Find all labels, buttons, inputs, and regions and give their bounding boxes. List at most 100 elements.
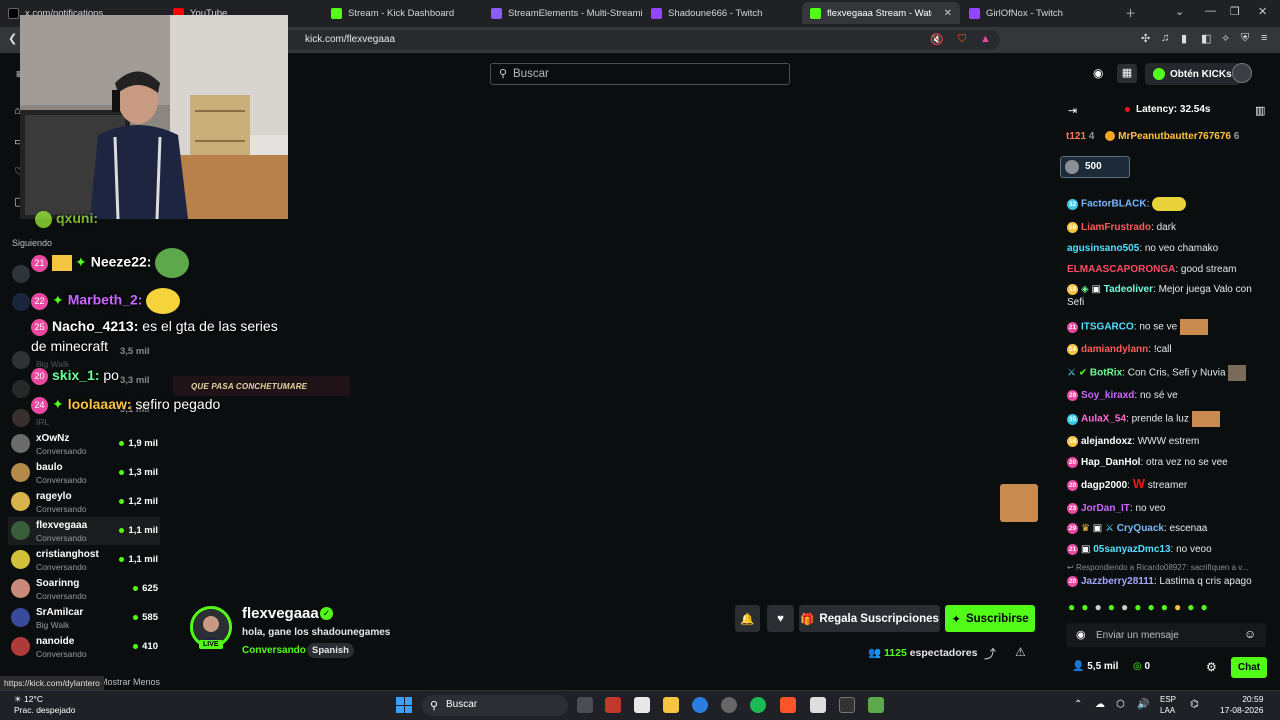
- spotify-icon[interactable]: [750, 697, 766, 713]
- gift-goal-badge[interactable]: 500: [1060, 156, 1130, 178]
- sidebar-item-baulo[interactable]: baulo Conversando 1,3 mil: [8, 459, 160, 487]
- sidebar-item-xownz[interactable]: xOwNz Conversando 1,9 mil: [8, 430, 160, 458]
- emote-icon[interactable]: ●: [1174, 600, 1181, 616]
- share-icon[interactable]: ⤴: [984, 645, 996, 662]
- chat-message[interactable]: 20 dagp2000: W streamer: [1067, 477, 1267, 492]
- stream-language-tag[interactable]: Spanish: [307, 643, 354, 658]
- brave-rewards-icon[interactable]: ▲: [980, 33, 991, 45]
- chat-message[interactable]: 21 ▣ 05sanyazDmc13: no veoo: [1067, 543, 1267, 556]
- chat-message[interactable]: 16 alejandoxz: WWW estrem: [1067, 435, 1267, 448]
- chat-message[interactable]: 14 damiandylann: !call: [1067, 343, 1267, 356]
- chat-message[interactable]: 29 ♛ ▣ ⚔ CryQuack: escenaa: [1067, 522, 1267, 535]
- obs-icon[interactable]: [839, 697, 855, 713]
- chat-message[interactable]: 21 ITSGARCO: no se ve: [1067, 319, 1267, 335]
- get-kicks-button[interactable]: Obtén KICKs: [1145, 63, 1240, 85]
- brave-icon[interactable]: [780, 697, 796, 713]
- brave-shield-icon[interactable]: ⛉: [958, 33, 966, 46]
- chat-message[interactable]: 19 ◈ ▣ Tadeoliver: Mejor juega Valo con S…: [1067, 283, 1267, 309]
- chat-message[interactable]: agusinsano505: no veo chamako: [1067, 242, 1267, 255]
- emote-icon[interactable]: ●: [1201, 600, 1208, 616]
- chat-settings-icon[interactable]: ⚙: [1206, 660, 1217, 674]
- emote-icon[interactable]: ●: [1081, 600, 1088, 616]
- stream-category[interactable]: Conversando: [242, 645, 306, 656]
- extensions-icon[interactable]: ✣: [1141, 32, 1150, 45]
- user-avatar[interactable]: [1232, 63, 1252, 83]
- notifications-button[interactable]: 🔔: [735, 605, 760, 632]
- chat-message[interactable]: 23 JorDan_IT: no veo: [1067, 502, 1267, 515]
- app-icon[interactable]: [634, 697, 650, 713]
- leo-ai-icon[interactable]: ✧: [1221, 32, 1230, 45]
- minimize-icon[interactable]: —: [1205, 5, 1216, 17]
- tray-app-icon[interactable]: ☁: [1095, 699, 1105, 710]
- new-tab-icon[interactable]: ＋: [1125, 5, 1136, 21]
- clock[interactable]: 20:59 17-08-2026: [1220, 694, 1263, 716]
- sidebar-item-nanoide[interactable]: nanoide Conversando 410: [8, 633, 160, 661]
- search-input[interactable]: [513, 66, 773, 82]
- subscribe-button[interactable]: ✦ Suscribirse: [945, 605, 1035, 632]
- menu-icon[interactable]: ≡: [1261, 32, 1267, 44]
- chat-message[interactable]: ELMAASCAPORONGA: good stream: [1067, 263, 1267, 276]
- emote-icon[interactable]: ●: [1095, 600, 1102, 616]
- emote-icon[interactable]: ●: [1068, 600, 1075, 616]
- language-indicator[interactable]: ESP LAA: [1160, 694, 1176, 716]
- wallet-icon[interactable]: ◧: [1201, 32, 1211, 45]
- taskbar-search[interactable]: ⚲ Buscar: [422, 695, 568, 716]
- cast-icon[interactable]: ◉: [1093, 66, 1103, 80]
- emote-icon[interactable]: ●: [1134, 600, 1141, 616]
- emote-icon[interactable]: ●: [1108, 600, 1115, 616]
- chat-message[interactable]: 20 Hap_DanHol: otra vez no se vee: [1067, 456, 1267, 469]
- emote-icon[interactable]: ●: [1161, 600, 1168, 616]
- chat-message[interactable]: 18 LiamFrustrado: dark: [1067, 221, 1267, 234]
- notepad-icon[interactable]: [810, 697, 826, 713]
- edge-icon[interactable]: [692, 697, 708, 713]
- chat-message[interactable]: 35 AulaX_54: prende la luz: [1067, 411, 1267, 427]
- vpn-shield-icon[interactable]: ⛨: [1241, 32, 1249, 45]
- kicks-balance[interactable]: ◎ 0: [1133, 661, 1150, 672]
- maximize-icon[interactable]: ❐: [1230, 5, 1240, 18]
- minecraft-icon[interactable]: [868, 697, 884, 713]
- chat-message[interactable]: 32 FactorBLACK:: [1067, 197, 1267, 211]
- dashboard-icon[interactable]: ▦: [1117, 64, 1137, 83]
- volume-icon[interactable]: 🔊: [1137, 699, 1149, 710]
- back-icon[interactable]: ❮: [8, 32, 17, 45]
- tray-app-icon[interactable]: ⬡: [1116, 699, 1125, 710]
- close-window-icon[interactable]: ✕: [1258, 5, 1267, 18]
- emote-icon[interactable]: ●: [1148, 600, 1155, 616]
- chat-message[interactable]: 29 Soy_kiraxd: no sé ve: [1067, 389, 1267, 402]
- tab-flexvegaaa[interactable]: flexvegaaa Stream - Watch Live✕: [802, 2, 960, 24]
- sidebar-item-soarinng[interactable]: Soarinng Conversando 625: [8, 575, 160, 603]
- emote-icon[interactable]: ●: [1121, 600, 1128, 616]
- send-chat-button[interactable]: Chat: [1231, 657, 1267, 678]
- tab-kick-dashboard[interactable]: Stream - Kick Dashboard: [323, 2, 481, 24]
- streamer-name[interactable]: flexvegaaa: [242, 605, 319, 622]
- collapse-chat-icon[interactable]: ⇥: [1068, 104, 1077, 117]
- file-explorer-icon[interactable]: [663, 697, 679, 713]
- follow-button[interactable]: ♥: [767, 605, 794, 632]
- sidebar-item-rageylo[interactable]: rageylo Conversando 1,2 mil: [8, 488, 160, 516]
- show-less-button[interactable]: Mostrar Menos: [100, 677, 160, 687]
- chat-message[interactable]: 20 Jazzberry28111: Lastima q cris apago: [1067, 575, 1267, 588]
- gift-subs-button[interactable]: 🎁 Regala Suscripciones: [799, 605, 940, 632]
- tab-girlofnox[interactable]: GirlOfNox - Twitch: [961, 2, 1119, 24]
- sidebar-item-sramilcar[interactable]: SrAmilcar Big Walk 585: [8, 604, 160, 632]
- sidebar-item-cristianghost[interactable]: cristianghost Conversando 1,1 mil: [8, 546, 160, 574]
- chat-message[interactable]: ⚔ ✔ BotRix: Con Cris, Sefi y Nuvia: [1067, 365, 1267, 381]
- sidebar-item-flexvegaaa[interactable]: flexvegaaa Conversando 1,1 mil: [8, 517, 160, 545]
- weather-widget[interactable]: ☀ 12°C Prac. despejado: [14, 694, 75, 716]
- media-icon[interactable]: ♫: [1161, 32, 1169, 44]
- network-icon[interactable]: ⌬: [1190, 699, 1199, 710]
- sidebar-icon[interactable]: ▮: [1181, 32, 1187, 45]
- chat-users-icon[interactable]: ▥: [1255, 104, 1265, 117]
- tab-shadoune666[interactable]: Shadoune666 - Twitch: [643, 2, 801, 24]
- close-tab-icon[interactable]: ✕: [944, 8, 952, 19]
- task-view-icon[interactable]: [577, 697, 593, 713]
- mute-icon[interactable]: 🔇: [930, 33, 944, 46]
- windows-start-icon[interactable]: [396, 697, 412, 713]
- app-icon[interactable]: [721, 697, 737, 713]
- chat-message-input[interactable]: [1096, 627, 1236, 643]
- search-box[interactable]: ⚲: [490, 63, 790, 85]
- tray-chevron-icon[interactable]: ⌃: [1074, 699, 1082, 710]
- url-box[interactable]: kick.com/flexvegaaa 🔇 ⛉ ▲: [280, 30, 1000, 50]
- chat-input[interactable]: ◉ ☺: [1066, 623, 1266, 647]
- tab-list-icon[interactable]: ⌄: [1175, 5, 1184, 18]
